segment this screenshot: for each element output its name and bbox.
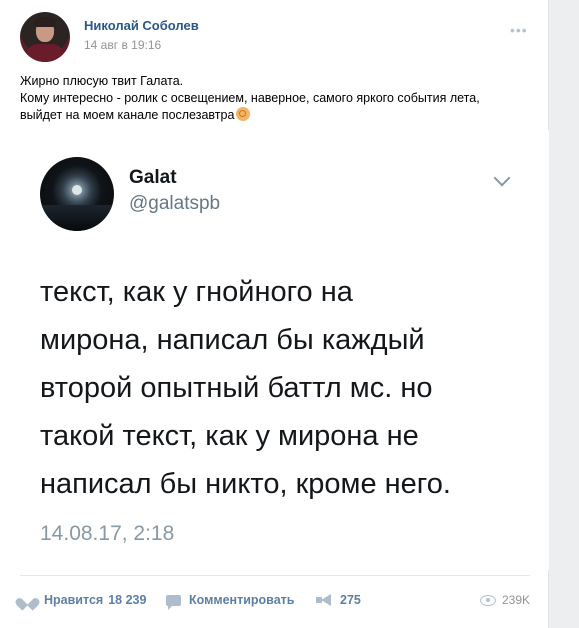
chevron-down-icon	[493, 169, 511, 187]
avatar-moon	[72, 185, 82, 195]
tweet-timestamp: 14.08.17, 2:18	[40, 522, 175, 545]
tweet-text-line: написал бы никто, кроме него.	[40, 468, 451, 500]
tweet-text-line: текст, как у гнойного на	[40, 276, 353, 308]
more-options-icon[interactable]: •••	[510, 22, 528, 38]
tweet-text: текст, как у гнойного на мирона, написал…	[40, 268, 520, 508]
actions-divider	[20, 575, 530, 576]
post-date[interactable]: 14 авг в 19:16	[84, 38, 161, 52]
tweet-text-line: второй опытный баттл мс. но	[40, 372, 433, 404]
comment-label: Комментировать	[189, 593, 295, 607]
share-icon	[316, 594, 332, 606]
post-text-line: Жирно плюсую твит Галата.	[20, 74, 184, 88]
avatar-hair	[34, 17, 56, 27]
heart-icon	[20, 593, 36, 607]
views-counter: 239K	[479, 588, 530, 612]
author-avatar[interactable]	[20, 12, 70, 62]
avatar-water	[40, 205, 114, 231]
avatar-suit	[26, 44, 64, 62]
tweet-author-name: Galat	[129, 167, 177, 188]
like-count: 18 239	[108, 593, 147, 607]
ok-hand-emoji-icon	[236, 107, 251, 121]
comment-icon	[166, 594, 181, 610]
tweet-text-line: мирона, написал бы каждый	[40, 324, 425, 356]
tweet-screenshot-image[interactable]: Galat @galatspb текст, как у гнойного на…	[0, 130, 549, 570]
tweet-avatar	[40, 157, 114, 231]
post-card: Николай Соболев 14 авг в 19:16 ••• Жирно…	[0, 0, 549, 628]
post-text-line: Кому интересно - ролик с освещением, нав…	[20, 91, 480, 105]
author-name-link[interactable]: Николай Соболев	[84, 18, 199, 33]
views-count: 239K	[501, 593, 530, 607]
like-label: Нравится	[44, 593, 104, 607]
comment-button[interactable]: Комментировать	[166, 588, 294, 612]
share-button[interactable]: 275	[316, 588, 361, 612]
post-text: Жирно плюсую твит Галата. Кому интересно…	[20, 73, 530, 124]
tweet-text-line: такой текст, как у мирона не	[40, 420, 419, 452]
like-button[interactable]: Нравится 18 239	[20, 588, 146, 612]
eye-icon	[479, 594, 496, 606]
post-text-fragment: выйдет на моем канале послезавтра	[20, 108, 235, 122]
post-actions: Нравится 18 239 Комментировать 275 239K	[20, 588, 530, 612]
share-count: 275	[340, 593, 361, 607]
tweet-author-handle: @galatspb	[129, 193, 221, 214]
post-text-line: выйдет на моем канале послезавтра	[20, 107, 530, 124]
